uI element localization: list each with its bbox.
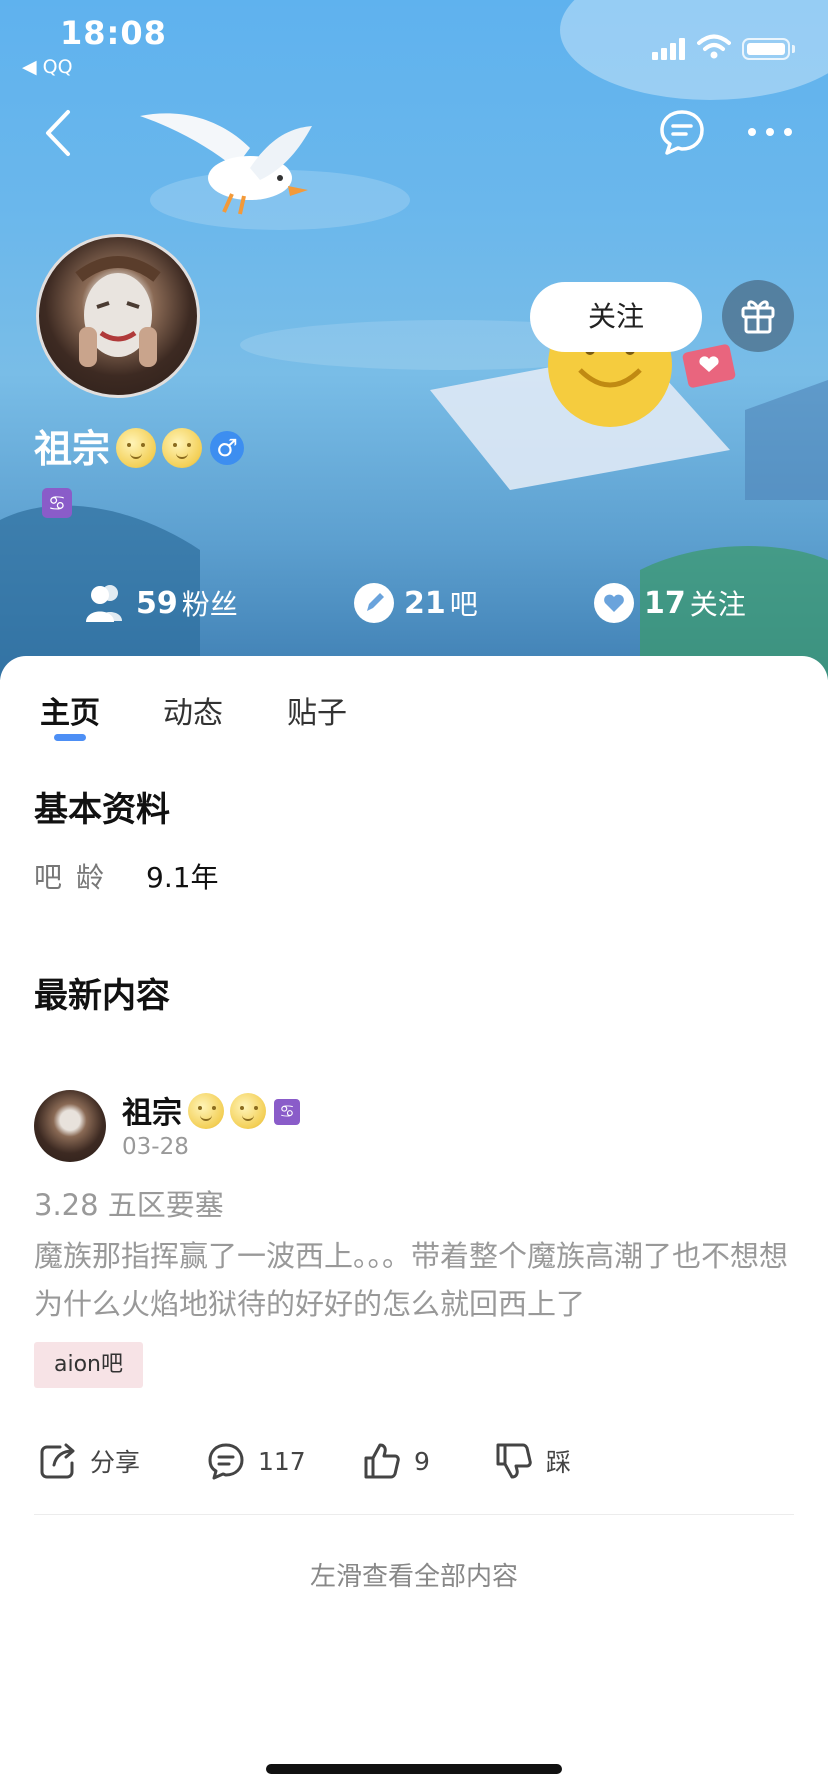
moon-face-emoji-icon: [162, 427, 203, 468]
post-date: 03-28: [122, 1134, 189, 1160]
comment-count: 117: [258, 1446, 306, 1476]
gift-icon: [741, 300, 775, 334]
cellular-signal-icon: [652, 38, 685, 60]
status-bar: 18:08 ◀ QQ: [0, 0, 828, 90]
following-count: 17: [644, 585, 686, 621]
comment-icon: [208, 1443, 244, 1480]
wifi-icon: [697, 34, 731, 59]
tab-posts[interactable]: 贴子: [287, 688, 347, 732]
following-label: 关注: [689, 588, 746, 621]
basic-info-heading: 基本资料: [34, 790, 170, 830]
like-count: 9: [414, 1446, 430, 1476]
moon-face-emoji-icon: [230, 1092, 266, 1129]
profile-content-panel: 主页 动态 贴子 基本资料 吧龄 9.1年 最新内容 祖宗 ♋ 03-28 3.2…: [0, 656, 828, 1792]
moon-face-emoji-icon: [116, 427, 157, 468]
tab-home[interactable]: 主页: [40, 688, 100, 732]
stat-fans[interactable]: 59 粉丝: [84, 578, 238, 628]
more-options-icon[interactable]: [746, 124, 794, 140]
thumbs-down-icon: [496, 1443, 532, 1479]
moon-face-emoji-icon: [188, 1092, 224, 1129]
male-gender-icon: ♂: [210, 430, 245, 465]
profile-stats: 59 粉丝 21 吧 17 关注: [0, 578, 828, 638]
bar-age-value: 9.1年: [146, 861, 219, 894]
post-title[interactable]: 3.28 五区要塞: [34, 1182, 224, 1224]
battery-icon: [742, 38, 790, 60]
bars-count: 21: [404, 585, 446, 621]
message-bubble-icon[interactable]: [656, 106, 708, 158]
post-bar-tag[interactable]: aion吧: [34, 1342, 143, 1388]
tab-activity[interactable]: 动态: [163, 688, 223, 732]
gift-button[interactable]: [722, 280, 794, 352]
battery-tip: [792, 45, 795, 53]
fans-count: 59: [136, 585, 178, 621]
post-author-row: 祖宗 ♋: [122, 1088, 300, 1133]
profile-name: 祖宗: [34, 427, 111, 471]
people-icon: [86, 585, 122, 622]
dislike-label: 踩: [546, 1448, 572, 1477]
stat-following[interactable]: 17 关注: [594, 578, 746, 628]
share-icon: [40, 1443, 75, 1479]
post-body[interactable]: 魔族那指挥赢了一波西上。。。带着整个魔族高潮了也不想想为什么火焰地狱待的好好的怎…: [34, 1232, 794, 1328]
cancer-zodiac-icon: ♋: [42, 488, 72, 518]
bars-label: 吧: [449, 588, 478, 621]
post-author-avatar[interactable]: [34, 1090, 106, 1162]
profile-avatar[interactable]: [36, 234, 200, 398]
stat-bars[interactable]: 21 吧: [354, 578, 478, 628]
follow-button[interactable]: 关注: [530, 282, 702, 352]
back-to-app-link[interactable]: ◀ QQ: [22, 56, 73, 78]
share-button[interactable]: 分享: [38, 1436, 140, 1486]
post-author-name[interactable]: 祖宗: [122, 1096, 182, 1131]
avatar-face-image: [75, 256, 161, 367]
swipe-hint-text: 左滑查看全部内容: [309, 1562, 518, 1592]
fans-label: 粉丝: [181, 588, 238, 621]
like-button[interactable]: 9: [362, 1436, 430, 1486]
thumbs-up-icon: [364, 1443, 400, 1479]
active-tab-indicator: [54, 734, 86, 741]
heart-icon: [594, 583, 634, 623]
status-time: 18:08: [60, 14, 167, 52]
back-chevron-icon[interactable]: [38, 108, 78, 158]
home-indicator[interactable]: [266, 1764, 562, 1774]
cancer-zodiac-icon: ♋: [274, 1098, 300, 1125]
profile-name-row: 祖宗 ♂: [34, 418, 245, 473]
latest-content-heading: 最新内容: [34, 976, 170, 1016]
comment-button[interactable]: 117: [206, 1436, 306, 1486]
post-divider: [34, 1514, 794, 1515]
pencil-icon: [354, 583, 394, 623]
dislike-button[interactable]: 踩: [494, 1436, 571, 1486]
share-label: 分享: [90, 1448, 141, 1477]
bar-age-label: 吧龄: [34, 861, 119, 894]
seagull-illustration: [140, 113, 312, 215]
